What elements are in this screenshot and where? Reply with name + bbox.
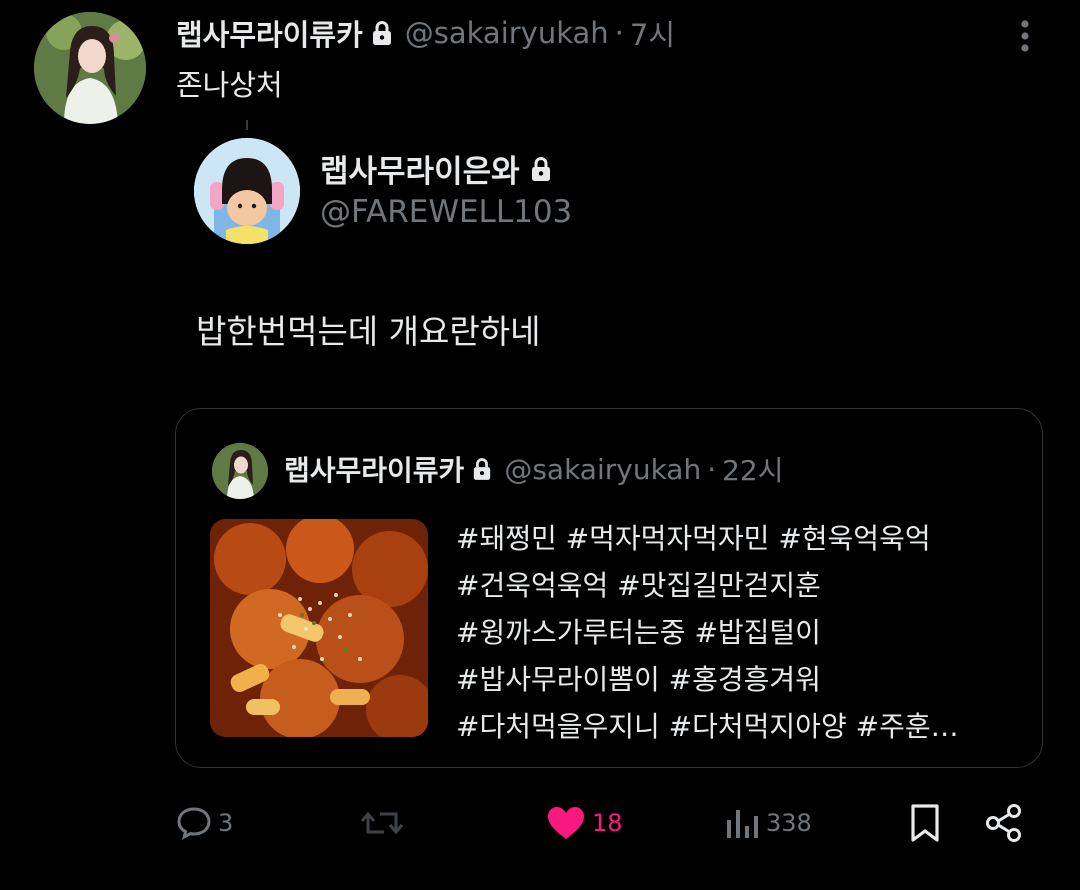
lock-icon — [474, 458, 491, 480]
lock-icon — [531, 156, 550, 181]
hashtag-line[interactable]: #윙까스가루터는중 #밥집털이 — [456, 609, 1016, 656]
bookmark-icon — [911, 804, 939, 842]
embedded-name-label: 랩사무라이은와 — [320, 154, 520, 190]
hashtag-list: #돼쩡민 #먹자먹자먹자민 #현욱억욱억 #건욱억욱억 #맛집길만걷지훈 #윙까… — [456, 515, 1016, 750]
embedded-text: 밥한번먹는데 개요란하네 — [196, 312, 541, 351]
quote-display-name: 랩사무라이류카 — [284, 454, 465, 487]
avatar[interactable] — [34, 12, 146, 124]
retweet-icon — [360, 811, 404, 835]
heart-icon — [548, 807, 584, 839]
views-icon — [727, 810, 758, 838]
bookmark-button[interactable] — [908, 800, 942, 846]
hashtag-line[interactable]: #돼쩡민 #먹자먹자먹자민 #현욱억욱억 — [456, 515, 1016, 562]
like-count: 18 — [592, 809, 623, 837]
divider — [246, 120, 248, 130]
separator: · — [614, 16, 624, 50]
reply-button[interactable]: 3 — [176, 800, 233, 846]
views-button[interactable]: 338 — [724, 800, 812, 846]
embedded-avatar — [194, 138, 300, 244]
lock-icon — [372, 21, 391, 45]
hashtag-line[interactable]: #밥사무라이뽐이 #홍경흥겨워 — [456, 656, 1016, 703]
share-button[interactable] — [984, 800, 1024, 846]
food-image[interactable] — [210, 519, 428, 737]
quote-avatar — [212, 443, 268, 499]
quote-tweet[interactable]: 랩사무라이류카 @sakairyukah · 22시 #돼쩡민 #먹자먹자먹자민… — [175, 408, 1043, 768]
quote-header: 랩사무라이류카 @sakairyukah · 22시 — [284, 447, 784, 491]
tweet-text: 존나상처 — [176, 68, 283, 102]
hashtag-line[interactable]: #다처먹을우지니 #다처먹지아양 #주훈… — [456, 703, 1016, 750]
timestamp[interactable]: 7시 — [630, 12, 675, 54]
share-icon — [986, 804, 1021, 842]
retweet-button[interactable] — [360, 800, 404, 846]
quote-timestamp: 22시 — [722, 454, 784, 487]
display-name[interactable]: 랩사무라이류카 — [176, 12, 363, 54]
hashtag-line[interactable]: #건욱억욱억 #맛집길만걷지훈 — [456, 562, 1016, 609]
embedded-display-name: 랩사무라이은와 — [320, 146, 552, 191]
embedded-handle: @FAREWELL103 — [320, 194, 573, 230]
reply-count: 3 — [218, 809, 234, 837]
reply-icon — [177, 807, 211, 840]
handle[interactable]: @sakairyukah — [405, 16, 609, 50]
separator: · — [707, 452, 717, 486]
like-button[interactable]: 18 — [546, 800, 623, 846]
quote-handle: @sakairyukah — [504, 452, 702, 486]
more-icon[interactable] — [1010, 16, 1040, 56]
tweet-header: 랩사무라이류카 @sakairyukah · 7시 — [176, 10, 675, 56]
view-count: 338 — [766, 809, 812, 837]
